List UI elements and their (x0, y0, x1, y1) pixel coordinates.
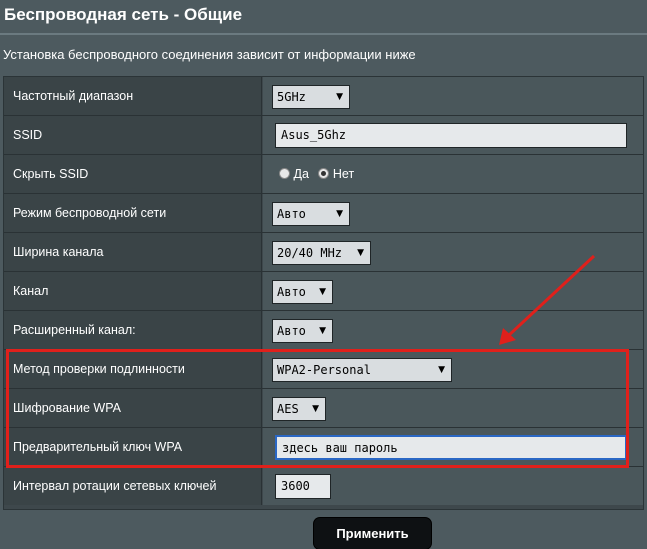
hide-ssid-label: Скрыть SSID (4, 155, 262, 193)
extension-channel-label: Расширенный канал: (4, 311, 262, 349)
key-rotation-interval-input[interactable]: 3600 (275, 474, 331, 499)
chevron-down-icon: ▼ (336, 92, 343, 102)
row-channel-width: Ширина канала 20/40 MHz ▼ (4, 233, 643, 272)
section-description: Установка беспроводного соединения завис… (3, 47, 416, 62)
frequency-band-value: 5GHz (277, 90, 306, 104)
chevron-down-icon: ▼ (438, 365, 445, 375)
chevron-down-icon: ▼ (357, 248, 364, 258)
frequency-band-select[interactable]: 5GHz ▼ (272, 85, 350, 109)
extension-channel-value: Авто (277, 324, 306, 338)
row-wpa-preshared-key: Предварительный ключ WPA здесь ваш парол… (4, 428, 643, 467)
row-hide-ssid: Скрыть SSID Да Нет (4, 155, 643, 194)
row-wpa-encryption: Шифрование WPA AES ▼ (4, 389, 643, 428)
wireless-mode-value: Авто (277, 207, 306, 221)
settings-table: Частотный диапазон 5GHz ▼ SSID Asus_5Ghz… (3, 76, 644, 510)
wpa-encryption-label: Шифрование WPA (4, 389, 262, 427)
title-divider (0, 33, 647, 35)
hide-ssid-no-radio[interactable] (318, 168, 330, 180)
chevron-down-icon: ▼ (336, 209, 343, 219)
chevron-down-icon: ▼ (319, 326, 326, 336)
wireless-mode-select[interactable]: Авто ▼ (272, 202, 350, 226)
authentication-method-label: Метод проверки подлинности (4, 350, 262, 388)
wpa-preshared-key-label: Предварительный ключ WPA (4, 428, 262, 466)
row-channel: Канал Авто ▼ (4, 272, 643, 311)
hide-ssid-no-label: Нет (332, 167, 355, 181)
row-ssid: SSID Asus_5Ghz (4, 116, 643, 155)
hide-ssid-yes-radio[interactable] (279, 168, 290, 180)
row-extension-channel: Расширенный канал: Авто ▼ (4, 311, 643, 350)
authentication-method-value: WPA2-Personal (277, 363, 371, 377)
channel-width-value: 20/40 MHz (277, 246, 343, 260)
key-rotation-interval-label: Интервал ротации сетевых ключей (4, 467, 262, 505)
ssid-input[interactable]: Asus_5Ghz (275, 123, 627, 148)
channel-width-select[interactable]: 20/40 MHz ▼ (272, 241, 371, 265)
extension-channel-select[interactable]: Авто ▼ (272, 319, 333, 343)
page-title: Беспроводная сеть - Общие (0, 0, 647, 32)
wpa-encryption-select[interactable]: AES ▼ (272, 397, 326, 421)
chevron-down-icon: ▼ (319, 287, 326, 297)
hide-ssid-yes-label: Да (293, 167, 309, 181)
channel-label: Канал (4, 272, 262, 310)
row-frequency-band: Частотный диапазон 5GHz ▼ (4, 77, 643, 116)
frequency-band-label: Частотный диапазон (4, 77, 262, 115)
row-authentication-method: Метод проверки подлинности WPA2-Personal… (4, 350, 643, 389)
wpa-preshared-key-input[interactable]: здесь ваш пароль (275, 435, 627, 460)
chevron-down-icon: ▼ (312, 404, 319, 414)
ssid-label: SSID (4, 116, 262, 154)
channel-width-label: Ширина канала (4, 233, 262, 271)
row-key-rotation-interval: Интервал ротации сетевых ключей 3600 (4, 467, 643, 506)
apply-button[interactable]: Применить (314, 518, 431, 549)
wireless-mode-label: Режим беспроводной сети (4, 194, 262, 232)
channel-select[interactable]: Авто ▼ (272, 280, 333, 304)
wpa-encryption-value: AES (277, 402, 299, 416)
channel-value: Авто (277, 285, 306, 299)
row-wireless-mode: Режим беспроводной сети Авто ▼ (4, 194, 643, 233)
hide-ssid-radio-group: Да Нет (279, 165, 354, 183)
authentication-method-select[interactable]: WPA2-Personal ▼ (272, 358, 452, 382)
